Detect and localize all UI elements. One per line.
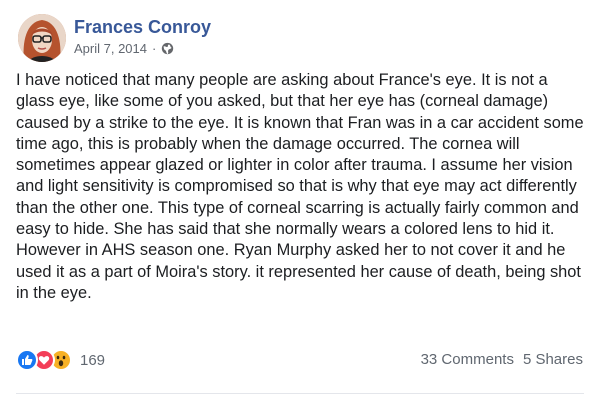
comments-count[interactable]: 33 Comments: [421, 351, 514, 368]
author-name[interactable]: Frances Conroy: [74, 17, 211, 38]
globe-icon[interactable]: [161, 42, 174, 55]
avatar[interactable]: [18, 14, 66, 62]
post-text: I have noticed that many people are aski…: [16, 71, 584, 302]
post-meta: April 7, 2014 ·: [74, 41, 174, 56]
facebook-post: Frances Conroy April 7, 2014 · I have no…: [0, 0, 600, 400]
like-icon: [16, 349, 38, 371]
reaction-count[interactable]: 169: [80, 352, 105, 369]
divider: [16, 393, 584, 394]
post-stats: 33 Comments 5 Shares: [421, 351, 583, 368]
shares-count[interactable]: 5 Shares: [523, 351, 583, 368]
avatar-image: [18, 14, 66, 62]
meta-separator: ·: [152, 41, 157, 56]
post-date[interactable]: April 7, 2014: [74, 41, 147, 56]
reactions-summary[interactable]: 169: [16, 349, 105, 371]
